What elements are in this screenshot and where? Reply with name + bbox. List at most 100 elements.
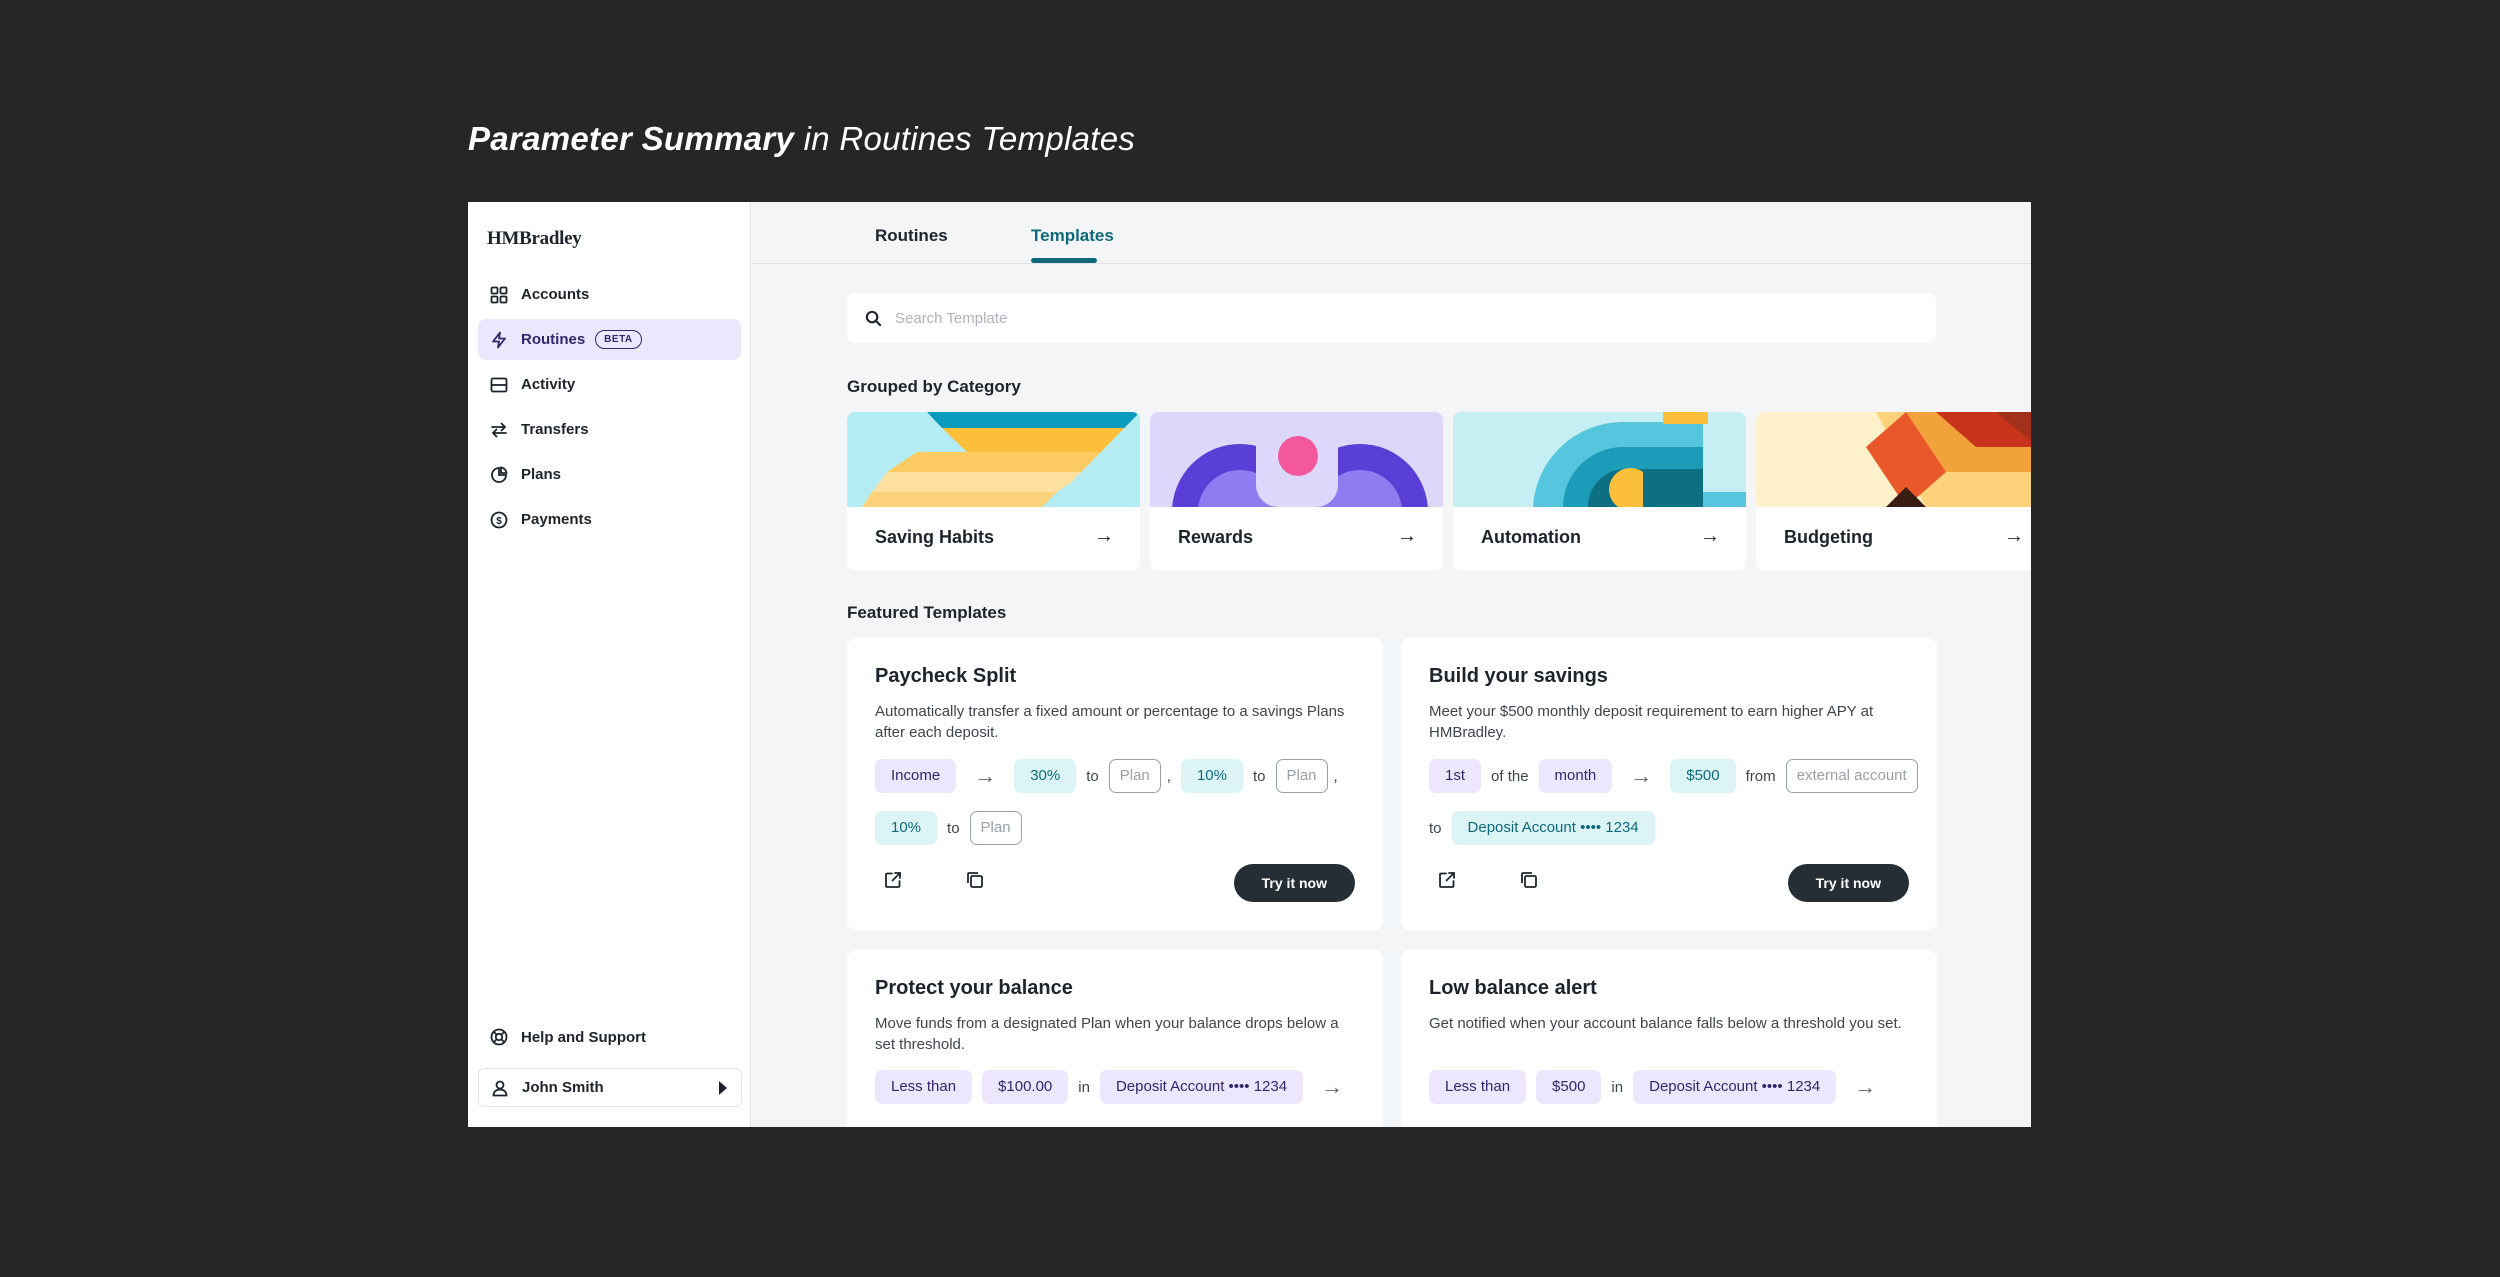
plan-chip[interactable]: Plan xyxy=(969,811,1022,845)
amount-chip[interactable]: $100.00 xyxy=(982,1070,1069,1104)
open-external-icon[interactable] xyxy=(883,870,903,890)
active-tab-indicator xyxy=(1031,258,1097,263)
duplicate-icon[interactable] xyxy=(1519,870,1539,890)
duplicate-icon[interactable] xyxy=(965,870,985,890)
sidebar: HMBradley Accounts Routines BETA Activit… xyxy=(468,202,751,1127)
percent-chip[interactable]: 10% xyxy=(875,811,938,845)
category-card-saving-habits[interactable]: Saving Habits → xyxy=(847,412,1140,570)
app-window: HMBradley Accounts Routines BETA Activit… xyxy=(468,202,2031,1127)
arrow-right-icon: → xyxy=(2004,525,2024,547)
arrow-right-icon: → xyxy=(974,763,997,788)
parameter-row: Less than $500 in Deposit Account •••• 1… xyxy=(1429,1070,1894,1104)
help-and-support-link[interactable]: Help and Support xyxy=(490,1028,646,1046)
sidebar-item-transfers[interactable]: Transfers xyxy=(478,409,741,450)
beta-badge: BETA xyxy=(595,330,642,349)
template-title: Build your savings xyxy=(1429,665,1608,687)
condition-chip[interactable]: Less than xyxy=(1429,1070,1527,1104)
tab-templates[interactable]: Templates xyxy=(1031,226,1114,246)
automation-illustration xyxy=(1453,412,1746,507)
category-label: Automation xyxy=(1481,527,1581,547)
deposit-account-chip[interactable]: Deposit Account •••• 1234 xyxy=(1451,811,1655,845)
connector-text: to xyxy=(1429,819,1442,837)
external-account-chip[interactable]: external account xyxy=(1785,759,1918,793)
sidebar-item-label: Accounts xyxy=(521,286,590,303)
template-description: Meet your $500 monthly deposit requireme… xyxy=(1429,703,1874,741)
parameter-row: 1st of the month → $500 from external ac… xyxy=(1429,759,1928,793)
amount-chip[interactable]: $500 xyxy=(1536,1070,1602,1104)
template-title: Protect your balance xyxy=(875,977,1073,999)
user-name: John Smith xyxy=(522,1079,604,1096)
sidebar-item-payments[interactable]: $ Payments xyxy=(478,499,741,540)
help-label: Help and Support xyxy=(521,1028,646,1046)
sidebar-nav: Accounts Routines BETA Activity Transfer… xyxy=(478,274,741,544)
page-heading: Parameter Summary in Routines Templates xyxy=(468,120,1135,158)
category-label: Rewards xyxy=(1178,527,1254,547)
connector-text: to xyxy=(1086,767,1099,785)
arrow-right-icon: → xyxy=(1854,1074,1877,1099)
template-title: Low balance alert xyxy=(1429,977,1597,999)
logo[interactable]: HMBradley xyxy=(487,228,582,250)
condition-chip[interactable]: Less than xyxy=(875,1070,973,1104)
separator-text: , xyxy=(1333,767,1338,785)
separator-text: , xyxy=(1166,767,1171,785)
page-heading-light: in Routines Templates xyxy=(803,120,1136,157)
template-card-build-your-savings: Build your savings Meet your $500 monthl… xyxy=(1401,638,1937,930)
parameter-row: Less than $100.00 in Deposit Account •••… xyxy=(875,1070,1361,1104)
percent-chip[interactable]: 30% xyxy=(1014,759,1077,793)
parameter-row: 10% to Plan xyxy=(875,811,1032,845)
category-card-rewards[interactable]: Rewards → xyxy=(1150,412,1443,570)
template-title: Paycheck Split xyxy=(875,665,1017,687)
deposit-account-chip[interactable]: Deposit Account •••• 1234 xyxy=(1099,1070,1304,1104)
income-chip[interactable]: Income xyxy=(875,759,957,793)
user-menu-button[interactable]: John Smith xyxy=(478,1068,742,1107)
category-card-automation[interactable]: Automation → xyxy=(1453,412,1746,570)
sidebar-item-label: Routines xyxy=(521,331,586,348)
search-bar xyxy=(847,293,1936,343)
try-it-now-button[interactable]: Try it now xyxy=(1233,864,1355,902)
frequency-chip[interactable]: month xyxy=(1538,759,1613,793)
template-card-paycheck-split: Paycheck Split Automatically transfer a … xyxy=(847,638,1383,930)
card-icon xyxy=(490,376,508,394)
rewards-illustration xyxy=(1150,412,1443,507)
tab-routines[interactable]: Routines xyxy=(875,226,948,246)
sidebar-item-plans[interactable]: Plans xyxy=(478,454,741,495)
svg-text:$: $ xyxy=(496,516,502,527)
featured-section-title: Featured Templates xyxy=(847,603,1007,622)
grouped-section-title: Grouped by Category xyxy=(847,377,1021,396)
page-heading-strong: Parameter Summary xyxy=(468,120,795,157)
sidebar-item-activity[interactable]: Activity xyxy=(478,364,741,405)
day-chip[interactable]: 1st xyxy=(1429,759,1482,793)
pie-icon xyxy=(490,466,508,484)
template-card-protect-your-balance: Protect your balance Move funds from a d… xyxy=(847,950,1383,1127)
deposit-account-chip[interactable]: Deposit Account •••• 1234 xyxy=(1633,1070,1837,1104)
dollar-circle-icon: $ xyxy=(490,511,508,529)
lifebuoy-icon xyxy=(490,1028,508,1046)
percent-chip[interactable]: 10% xyxy=(1180,759,1243,793)
amount-chip[interactable]: $500 xyxy=(1670,759,1736,793)
main-content: Routines Templates Grouped by Category xyxy=(751,202,2031,1127)
template-description: Automatically transfer a fixed amount or… xyxy=(875,703,1345,741)
connector-text: from xyxy=(1745,767,1776,785)
plan-chip[interactable]: Plan xyxy=(1275,759,1328,793)
search-input[interactable] xyxy=(895,309,1795,327)
sidebar-item-label: Transfers xyxy=(521,421,589,438)
user-icon xyxy=(491,1079,509,1097)
transfer-icon xyxy=(490,421,508,439)
lightning-icon xyxy=(490,331,508,349)
sidebar-item-label: Activity xyxy=(521,376,576,393)
arrow-right-icon: → xyxy=(1630,763,1653,788)
category-card-budgeting[interactable]: Budgeting → xyxy=(1756,412,2031,570)
category-label: Saving Habits xyxy=(875,527,995,547)
connector-text: to xyxy=(1252,767,1266,785)
budgeting-illustration xyxy=(1756,412,2031,507)
try-it-now-button[interactable]: Try it now xyxy=(1787,864,1909,902)
template-card-low-balance-alert: Low balance alert Get notified when your… xyxy=(1401,950,1937,1127)
sidebar-item-routines[interactable]: Routines BETA xyxy=(478,319,741,360)
sidebar-item-accounts[interactable]: Accounts xyxy=(478,274,741,315)
sidebar-item-label: Plans xyxy=(521,466,562,483)
plan-chip[interactable]: Plan xyxy=(1108,759,1161,793)
parameter-row: to Deposit Account •••• 1234 xyxy=(1429,811,1665,845)
open-external-icon[interactable] xyxy=(1437,870,1457,890)
category-label: Budgeting xyxy=(1784,527,1873,547)
parameter-row: Income → 30% to Plan , 10% to Plan , xyxy=(875,759,1348,793)
